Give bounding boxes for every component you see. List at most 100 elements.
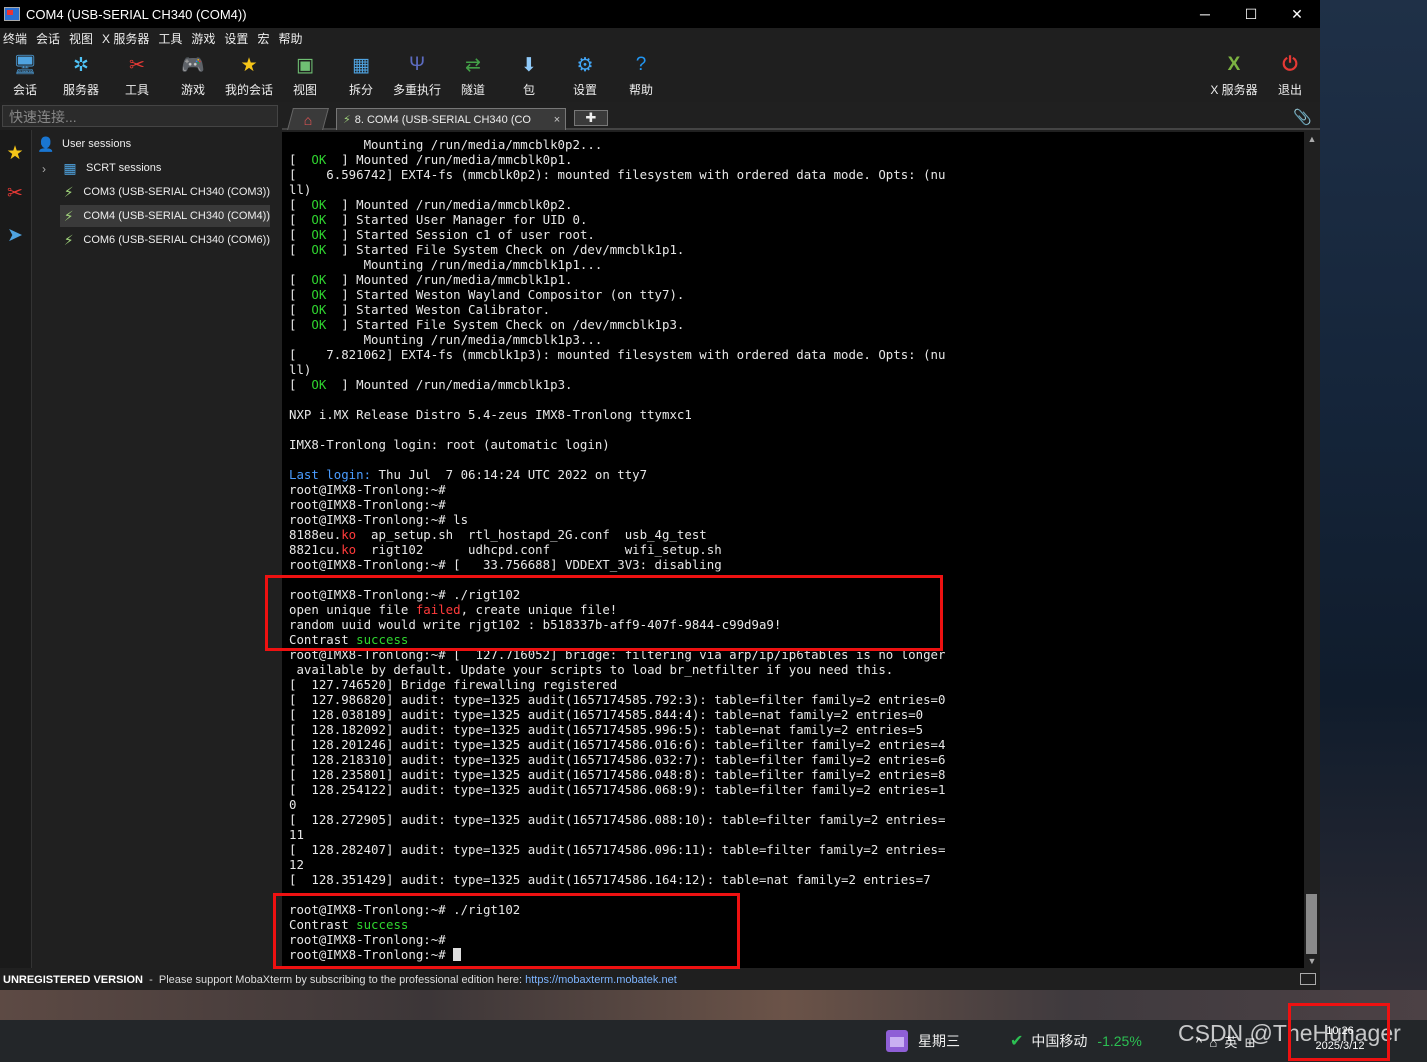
toolbar-button-11[interactable]: ⚙ 设置 bbox=[557, 52, 613, 98]
terminal-text-segment: Last login: bbox=[289, 467, 372, 482]
scroll-up-icon[interactable]: ▲ bbox=[1306, 134, 1318, 144]
toolbar-label: 视图 bbox=[292, 83, 317, 97]
tab-close-icon[interactable]: × bbox=[549, 114, 565, 126]
toolbar-button-10[interactable]: ⬇ 包 bbox=[501, 52, 557, 98]
menu-xserver[interactable]: X 服务器 bbox=[99, 30, 155, 47]
tools-icon[interactable]: ✂ bbox=[0, 174, 30, 212]
chevron-right-icon[interactable]: › bbox=[42, 162, 46, 176]
toolbar-button-7[interactable]: ▦ 拆分 bbox=[333, 52, 389, 98]
terminal-text-segment: [ 128.235801] audit: type=1325 audit(165… bbox=[289, 767, 946, 782]
home-tab[interactable]: ⌂ bbox=[287, 108, 329, 130]
terminal-line: 0 bbox=[289, 797, 945, 812]
terminal-text-segment: ap_setup.sh rtl_hostapd_2G.conf usb_4g_t… bbox=[356, 527, 707, 542]
terminal-text-segment: [ 128.038189] audit: type=1325 audit(165… bbox=[289, 707, 924, 722]
multiexec-icon: Ψ bbox=[409, 54, 425, 75]
menu-bar: 终端 会话 视图 X 服务器 工具 游戏 设置 宏 帮助 bbox=[0, 28, 1320, 48]
menu-sessions[interactable]: 会话 bbox=[33, 30, 66, 47]
scrollbar-thumb[interactable] bbox=[1306, 894, 1317, 954]
terminal-line: Mounting /run/media/mmcblk0p2... bbox=[289, 137, 945, 152]
view-icon: ▣ bbox=[296, 54, 314, 76]
send-icon[interactable]: ➤ bbox=[0, 216, 30, 254]
toolbar-button-8[interactable]: Ψ 多重执行 bbox=[389, 52, 445, 98]
toolbar-button-6[interactable]: ▣ 视图 bbox=[277, 52, 333, 98]
menu-macros[interactable]: 宏 bbox=[254, 30, 275, 47]
keyboard-icon[interactable] bbox=[1300, 973, 1316, 985]
terminal-text-segment: ll) bbox=[289, 362, 312, 377]
terminal-text-segment: [ 127.986820] audit: type=1325 audit(165… bbox=[289, 692, 946, 707]
terminal-line: [ OK ] Started File System Check on /dev… bbox=[289, 317, 945, 332]
toolbar-button-2[interactable]: ✲ 服务器 bbox=[53, 52, 109, 98]
terminal-text-segment: ] Mounted /run/media/mmcblk0p1. bbox=[326, 152, 573, 167]
help-icon: ? bbox=[635, 54, 647, 75]
tab-com4[interactable]: ⚡ 8. COM4 (USB-SERIAL CH340 (CO × bbox=[336, 108, 566, 130]
serial-plug-icon: ⚡ bbox=[63, 231, 74, 248]
close-button[interactable]: ✕ bbox=[1274, 0, 1320, 28]
toolbar-button-4[interactable]: 🎮 游戏 bbox=[165, 52, 221, 98]
menu-view[interactable]: 视图 bbox=[66, 30, 99, 47]
terminal-line: 12 bbox=[289, 857, 945, 872]
unregistered-label: UNREGISTERED VERSION bbox=[3, 974, 143, 986]
terminal-line: [ 128.351429] audit: type=1325 audit(165… bbox=[289, 872, 945, 887]
maximize-button[interactable]: ☐ bbox=[1228, 0, 1274, 28]
terminal-line: available by default. Update your script… bbox=[289, 662, 945, 677]
toolbar-label: 多重执行 bbox=[392, 83, 441, 97]
terminal-line: [ 128.235801] audit: type=1325 audit(165… bbox=[289, 767, 945, 782]
terminal-line: root@IMX8-Tronlong:~# [ 33.756688] VDDEX… bbox=[289, 557, 945, 572]
user-sessions-node[interactable]: 👤 User sessions bbox=[36, 133, 131, 155]
favorites-star-icon[interactable]: ★ bbox=[0, 134, 30, 172]
status-message: - Please support MobaXterm by subscribin… bbox=[142, 974, 526, 986]
toolbar-label: 会话 bbox=[12, 83, 37, 97]
stock-widget[interactable]: ✔ 中国移动 -1.25% bbox=[1010, 1020, 1142, 1062]
scroll-down-icon[interactable]: ▼ bbox=[1306, 956, 1318, 966]
toolbar-button-12[interactable]: ? 帮助 bbox=[613, 52, 669, 98]
quick-connect-input[interactable]: 快速连接... bbox=[2, 105, 278, 127]
menu-games[interactable]: 游戏 bbox=[188, 30, 221, 47]
session-item-label: COM6 (USB-SERIAL CH340 (COM6)) bbox=[83, 234, 270, 246]
serial-plug-icon: ⚡ bbox=[63, 207, 74, 224]
session-item-com4[interactable]: ⚡ COM4 (USB-SERIAL CH340 (COM4)) bbox=[60, 205, 270, 227]
terminal-text-segment: [ 6.596742] EXT4-fs (mmcblk0p2): mounted… bbox=[289, 167, 946, 182]
attachment-icon[interactable]: 📎 bbox=[1293, 108, 1312, 126]
toolbar-button-3[interactable]: ✂ 工具 bbox=[109, 52, 165, 98]
terminal-text-segment: [ 128.182092] audit: type=1325 audit(165… bbox=[289, 722, 924, 737]
toolbar-label: 游戏 bbox=[180, 83, 205, 97]
toolbar-button-5[interactable]: ★ 我的会话 bbox=[221, 52, 277, 98]
scrt-sessions-node[interactable]: ▦ SCRT sessions bbox=[60, 157, 161, 179]
terminal-line: 8188eu.ko ap_setup.sh rtl_hostapd_2G.con… bbox=[289, 527, 945, 542]
terminal-text-segment: OK bbox=[311, 287, 327, 302]
toolbar-label: 包 bbox=[522, 83, 535, 97]
sidebar-strip: ★ ✂ ➤ bbox=[0, 130, 32, 968]
terminal-text-segment: root@IMX8-Tronlong:~# bbox=[289, 482, 446, 497]
terminal-text: Mounting /run/media/mmcblk0p2...[ OK ] M… bbox=[289, 137, 945, 962]
exit-button[interactable]: ⏻ 退出 bbox=[1262, 52, 1318, 98]
toolbar-button-9[interactable]: ⇄ 隧道 bbox=[445, 52, 501, 98]
terminal-output[interactable]: Mounting /run/media/mmcblk0p2...[ OK ] M… bbox=[282, 132, 1304, 968]
tools-icon: ✂ bbox=[129, 54, 145, 76]
desktop-wallpaper-strip bbox=[0, 990, 1427, 1020]
new-tab-button[interactable]: ✚ bbox=[574, 110, 608, 126]
terminal-scrollbar[interactable]: ▲ ▼ bbox=[1304, 132, 1320, 968]
minimize-button[interactable]: ─ bbox=[1182, 0, 1228, 28]
terminal-text-segment: Mounting /run/media/mmcblk1p3... bbox=[289, 332, 603, 347]
user-folder-icon: 👤 bbox=[37, 135, 55, 152]
calendar-widget[interactable]: 星期三 bbox=[886, 1020, 960, 1062]
terminal-line: [ OK ] Mounted /run/media/mmcblk0p1. bbox=[289, 152, 945, 167]
terminal-line: NXP i.MX Release Distro 5.4-zeus IMX8-Tr… bbox=[289, 407, 945, 422]
session-item-com6[interactable]: ⚡ COM6 (USB-SERIAL CH340 (COM6)) bbox=[60, 229, 270, 251]
menu-settings[interactable]: 设置 bbox=[221, 30, 254, 47]
menu-tools[interactable]: 工具 bbox=[155, 30, 188, 47]
menu-terminal[interactable]: 终端 bbox=[0, 30, 33, 47]
terminal-text-segment: [ bbox=[289, 242, 312, 257]
toolbar-button-1[interactable]: 🖥 会话 bbox=[0, 52, 53, 98]
stock-trend-icon: ✔ bbox=[1010, 1033, 1024, 1050]
xserver-button[interactable]: X X 服务器 bbox=[1206, 52, 1262, 98]
terminal-text-segment: OK bbox=[311, 212, 327, 227]
session-item-com3[interactable]: ⚡ COM3 (USB-SERIAL CH340 (COM3)) bbox=[60, 181, 270, 203]
menu-help[interactable]: 帮助 bbox=[275, 30, 308, 47]
monitor-icon: 🖥 bbox=[12, 55, 38, 76]
mobaxterm-link[interactable]: https://mobaxterm.mobatek.net bbox=[525, 974, 677, 986]
terminal-line: [ 128.182092] audit: type=1325 audit(165… bbox=[289, 722, 945, 737]
toolbar-label: 工具 bbox=[124, 83, 149, 97]
scrt-folder-icon: ▦ bbox=[63, 159, 77, 176]
